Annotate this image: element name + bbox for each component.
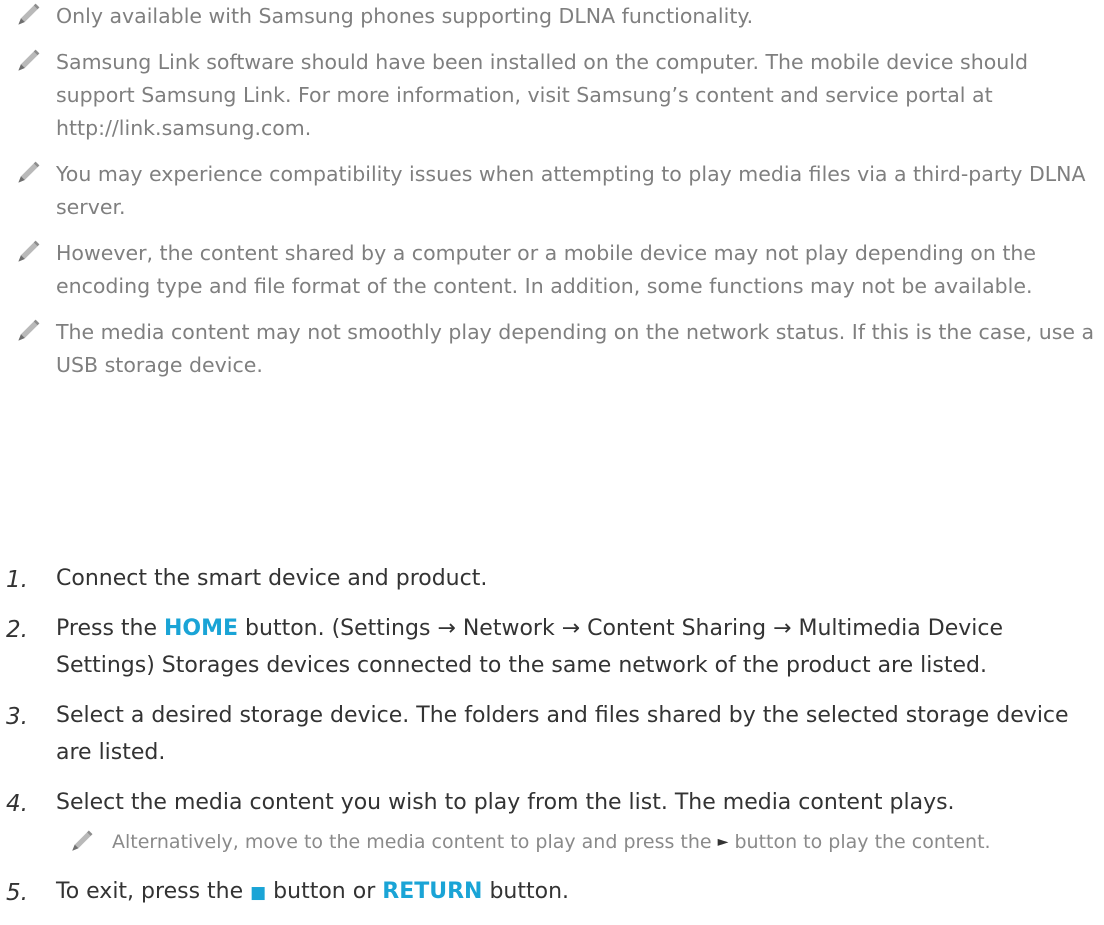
note-text: Only available with Samsung phones suppo…	[56, 4, 754, 28]
step-1: 1. Connect the smart device and product.	[0, 560, 1104, 597]
note-item: However, the content shared by a compute…	[0, 237, 1104, 303]
pencil-icon	[72, 830, 93, 851]
manual-page: Only available with Samsung phones suppo…	[0, 0, 1104, 910]
play-icon: ►	[717, 834, 729, 850]
pencil-icon	[18, 319, 40, 341]
stop-icon: ■	[250, 883, 267, 903]
step-number: 3.	[6, 704, 28, 730]
note-item: Samsung Link software should have been i…	[0, 46, 1104, 145]
step-4: 4. Select the media content you wish to …	[0, 784, 1104, 860]
step-number: 5.	[6, 880, 28, 906]
step-5: 5. To exit, press the ■ button or RETURN…	[0, 873, 1104, 912]
step-text-mid: button or	[266, 879, 383, 904]
step-number: 2.	[6, 617, 28, 643]
step-number: 4.	[6, 791, 28, 817]
step-text-post: button.	[482, 879, 570, 904]
step-4-note: Alternatively, move to the media content…	[56, 827, 1096, 860]
step-text-pre: To exit, press the	[56, 879, 251, 904]
step-text-pre: Press the	[56, 616, 164, 641]
pencil-icon	[18, 240, 40, 262]
home-key-label: HOME	[164, 616, 239, 641]
steps-list: 1. Connect the smart device and product.…	[0, 560, 1104, 925]
step-text: Select the media content you wish to pla…	[56, 790, 955, 815]
step-2: 2. Press the HOME button. (Settings → Ne…	[0, 610, 1104, 684]
pencil-icon	[18, 161, 40, 183]
note-text: However, the content shared by a compute…	[56, 241, 1036, 298]
note-item: Only available with Samsung phones suppo…	[0, 0, 1104, 33]
step-3: 3. Select a desired storage device. The …	[0, 697, 1104, 771]
return-key-label: RETURN	[382, 879, 483, 904]
step-text: Connect the smart device and product.	[56, 566, 488, 591]
note-item: You may experience compatibility issues …	[0, 158, 1104, 224]
note-text: The media content may not smoothly play …	[56, 320, 1095, 377]
step-text: Select a desired storage device. The fol…	[56, 703, 1069, 765]
pencil-icon	[18, 3, 40, 25]
note-item: The media content may not smoothly play …	[0, 316, 1104, 382]
note-text: Samsung Link software should have been i…	[56, 50, 1028, 140]
note-text-post: button to play the content.	[728, 831, 991, 853]
pencil-icon	[18, 49, 40, 71]
step-number: 1.	[6, 567, 28, 593]
notes-list: Only available with Samsung phones suppo…	[0, 0, 1104, 395]
note-text: You may experience compatibility issues …	[56, 162, 1086, 219]
note-text-pre: Alternatively, move to the media content…	[112, 831, 718, 853]
